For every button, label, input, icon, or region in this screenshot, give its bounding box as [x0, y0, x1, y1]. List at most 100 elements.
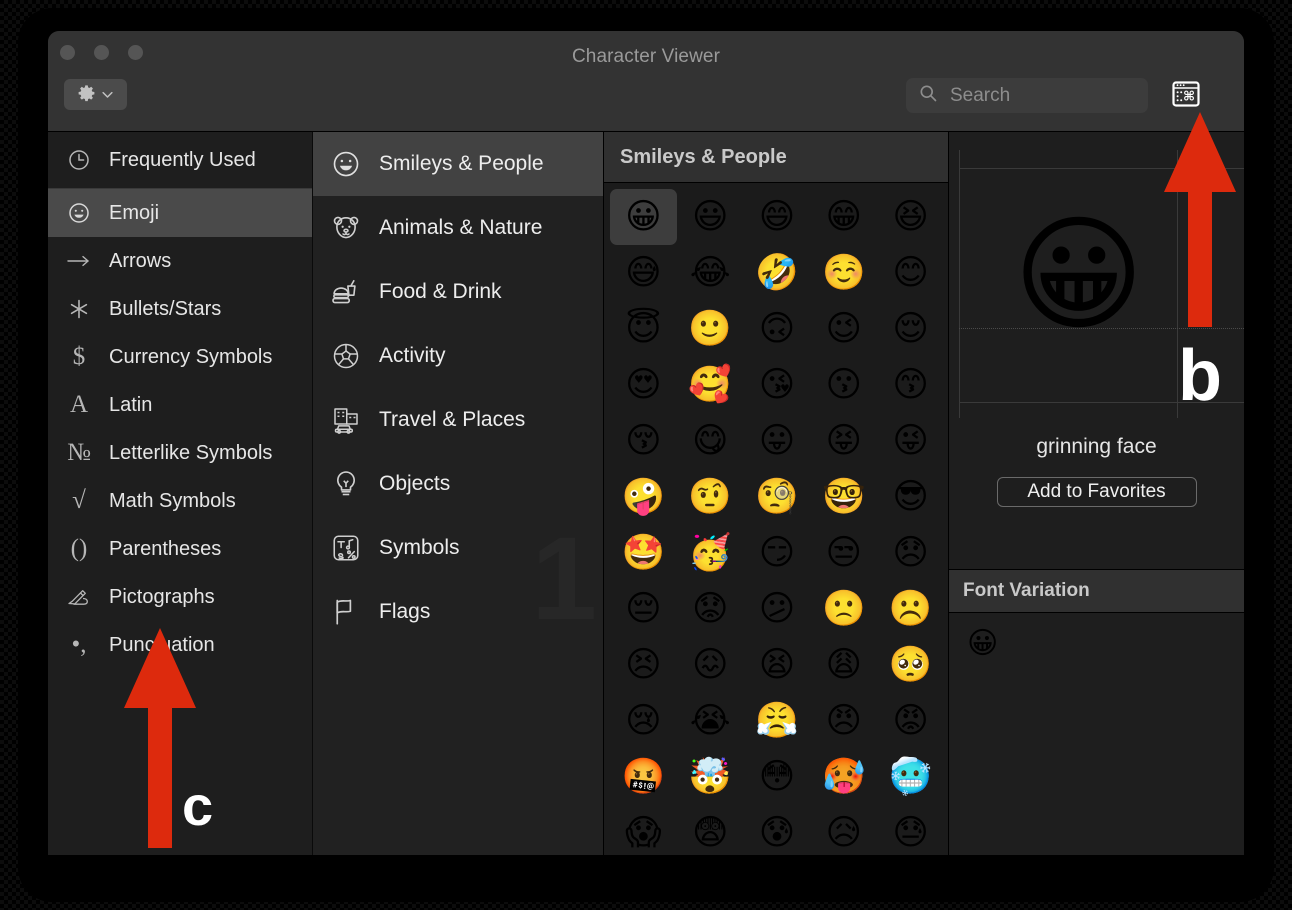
emoji-cell[interactable]: 😢	[610, 693, 677, 749]
emoji-cell[interactable]: 😎	[877, 469, 944, 525]
emoji-cell[interactable]: 🤬	[610, 749, 677, 805]
emoji-cell[interactable]: 🥵	[810, 749, 877, 805]
search-field[interactable]	[906, 78, 1148, 113]
emoji-cell[interactable]: 😭	[677, 693, 744, 749]
emoji-cell[interactable]: 😊	[877, 245, 944, 301]
emoji-cell[interactable]: 😫	[744, 637, 811, 693]
emoji-cell[interactable]: 😀	[610, 189, 677, 245]
emoji-cell[interactable]: 😛	[744, 413, 811, 469]
emoji-cell[interactable]: 😒	[810, 525, 877, 581]
sidebar-item-latin[interactable]: A Latin	[48, 381, 312, 429]
emoji-cell[interactable]: 😔	[610, 581, 677, 637]
sidebar-item-label: Bullets/Stars	[109, 297, 222, 320]
sidebar-item-arrows[interactable]: Arrows	[48, 237, 312, 285]
emoji-cell[interactable]: 🧐	[744, 469, 811, 525]
emoji-cell[interactable]: 🙁	[810, 581, 877, 637]
emoji-cell[interactable]: 😃	[677, 189, 744, 245]
car-building-icon	[331, 405, 361, 435]
emoji-cell[interactable]: 😰	[744, 805, 811, 855]
emoji-cell[interactable]: 😳	[744, 749, 811, 805]
emoji-cell[interactable]: 😇	[610, 301, 677, 357]
emoji-cell[interactable]: ☺️	[810, 245, 877, 301]
emoji-cell[interactable]: 🤩	[610, 525, 677, 581]
asterisk-icon	[62, 297, 96, 321]
emoji-cell[interactable]: 😏	[744, 525, 811, 581]
emoji-cell[interactable]: 😆	[877, 189, 944, 245]
emoji-cell[interactable]: 😥	[810, 805, 877, 855]
sidebar-item-pictographs[interactable]: Pictographs	[48, 573, 312, 621]
category-item-objects[interactable]: Objects	[313, 452, 603, 516]
category-item-smileys-people[interactable]: Smileys & People	[313, 132, 603, 196]
sidebar-item-emoji[interactable]: Emoji	[48, 189, 312, 237]
emoji-cell[interactable]: 😤	[744, 693, 811, 749]
symbols-box-icon	[331, 533, 361, 563]
font-variation-item[interactable]: 😀	[967, 629, 998, 659]
emoji-cell[interactable]: 🤯	[677, 749, 744, 805]
category-item-label: Smileys & People	[379, 152, 544, 175]
lightbulb-icon	[331, 469, 361, 499]
emoji-cell[interactable]: 😣	[610, 637, 677, 693]
sidebar-item-label: Pictographs	[109, 585, 215, 608]
emoji-cell[interactable]: 😌	[877, 301, 944, 357]
emoji-cell[interactable]: 😟	[677, 581, 744, 637]
emoji-grid[interactable]: 😀 😃 😄 😁 😆 😅 😂 🤣 ☺️ 😊 😇 🙂 🙃 😉 😌 😍 🥰 😘 😗 😙 😚 😋 😛 😝 😜 🤪 🤨 🧐 🤓 😎 🤩 🥳 😏 😒 😞 😔 😟 😕 🙁…	[604, 183, 948, 855]
emoji-cell[interactable]: 😉	[810, 301, 877, 357]
emoji-cell[interactable]: 😗	[810, 357, 877, 413]
search-input[interactable]	[948, 83, 1136, 108]
emoji-cell[interactable]: 😨	[677, 805, 744, 855]
character-viewer-toggle[interactable]: ⌘	[1170, 80, 1202, 112]
category-item-food-drink[interactable]: Food & Drink	[313, 260, 603, 324]
emoji-cell[interactable]: 🤪	[610, 469, 677, 525]
emoji-cell[interactable]: 🤨	[677, 469, 744, 525]
emoji-cell[interactable]: 😚	[610, 413, 677, 469]
burger-drink-icon	[331, 277, 361, 307]
emoji-cell[interactable]: 🥳	[677, 525, 744, 581]
emoji-cell[interactable]: 😱	[610, 805, 677, 855]
emoji-cell[interactable]: 😂	[677, 245, 744, 301]
sidebar-item-math-symbols[interactable]: √ Math Symbols	[48, 477, 312, 525]
emoji-cell[interactable]: 😜	[877, 413, 944, 469]
category-item-label: Symbols	[379, 536, 460, 559]
guide-line-left	[959, 150, 960, 418]
emoji-cell[interactable]: 😙	[877, 357, 944, 413]
emoji-cell[interactable]: 😩	[810, 637, 877, 693]
emoji-cell[interactable]: 😄	[744, 189, 811, 245]
emoji-cell[interactable]: 😘	[744, 357, 811, 413]
sidebar-item-letterlike-symbols[interactable]: № Letterlike Symbols	[48, 429, 312, 477]
sidebar-item-bullets-stars[interactable]: Bullets/Stars	[48, 285, 312, 333]
emoji-cell[interactable]: 😝	[810, 413, 877, 469]
gear-menu-button[interactable]	[64, 79, 127, 110]
emoji-cell[interactable]: 😠	[810, 693, 877, 749]
add-to-favorites-button[interactable]: Add to Favorites	[996, 477, 1197, 507]
emoji-cell[interactable]: 😖	[677, 637, 744, 693]
emoji-cell[interactable]: 😞	[877, 525, 944, 581]
emoji-cell[interactable]: 😕	[744, 581, 811, 637]
category-item-animals-nature[interactable]: Animals & Nature	[313, 196, 603, 260]
emoji-cell[interactable]: ☹️	[877, 581, 944, 637]
flag-icon	[331, 597, 361, 627]
category-item-activity[interactable]: Activity	[313, 324, 603, 388]
emoji-cell[interactable]: 🥰	[677, 357, 744, 413]
category-item-travel-places[interactable]: Travel & Places	[313, 388, 603, 452]
emoji-cell[interactable]: 🥶	[877, 749, 944, 805]
preview-emoji: 😀	[1013, 201, 1145, 348]
emoji-cell[interactable]: 🤓	[810, 469, 877, 525]
emoji-cell[interactable]: 😍	[610, 357, 677, 413]
clock-icon	[62, 148, 96, 172]
category-item-flags[interactable]: Flags	[313, 580, 603, 644]
emoji-cell[interactable]: 🙃	[744, 301, 811, 357]
emoji-cell[interactable]: 🥺	[877, 637, 944, 693]
emoji-cell[interactable]: 😓	[877, 805, 944, 855]
emoji-cell[interactable]: 😋	[677, 413, 744, 469]
punctuation-icon: •,	[71, 631, 87, 658]
sidebar-item-parentheses[interactable]: () Parentheses	[48, 525, 312, 573]
emoji-cell[interactable]: 😁	[810, 189, 877, 245]
emoji-cell[interactable]: 😅	[610, 245, 677, 301]
emoji-cell[interactable]: 🙂	[677, 301, 744, 357]
category-item-symbols[interactable]: Symbols	[313, 516, 603, 580]
emoji-cell[interactable]: 😡	[877, 693, 944, 749]
emoji-cell[interactable]: 🤣	[744, 245, 811, 301]
sidebar-item-currency-symbols[interactable]: $ Currency Symbols	[48, 333, 312, 381]
category-item-label: Animals & Nature	[379, 216, 543, 239]
sidebar-item-frequently-used[interactable]: Frequently Used	[48, 132, 312, 188]
